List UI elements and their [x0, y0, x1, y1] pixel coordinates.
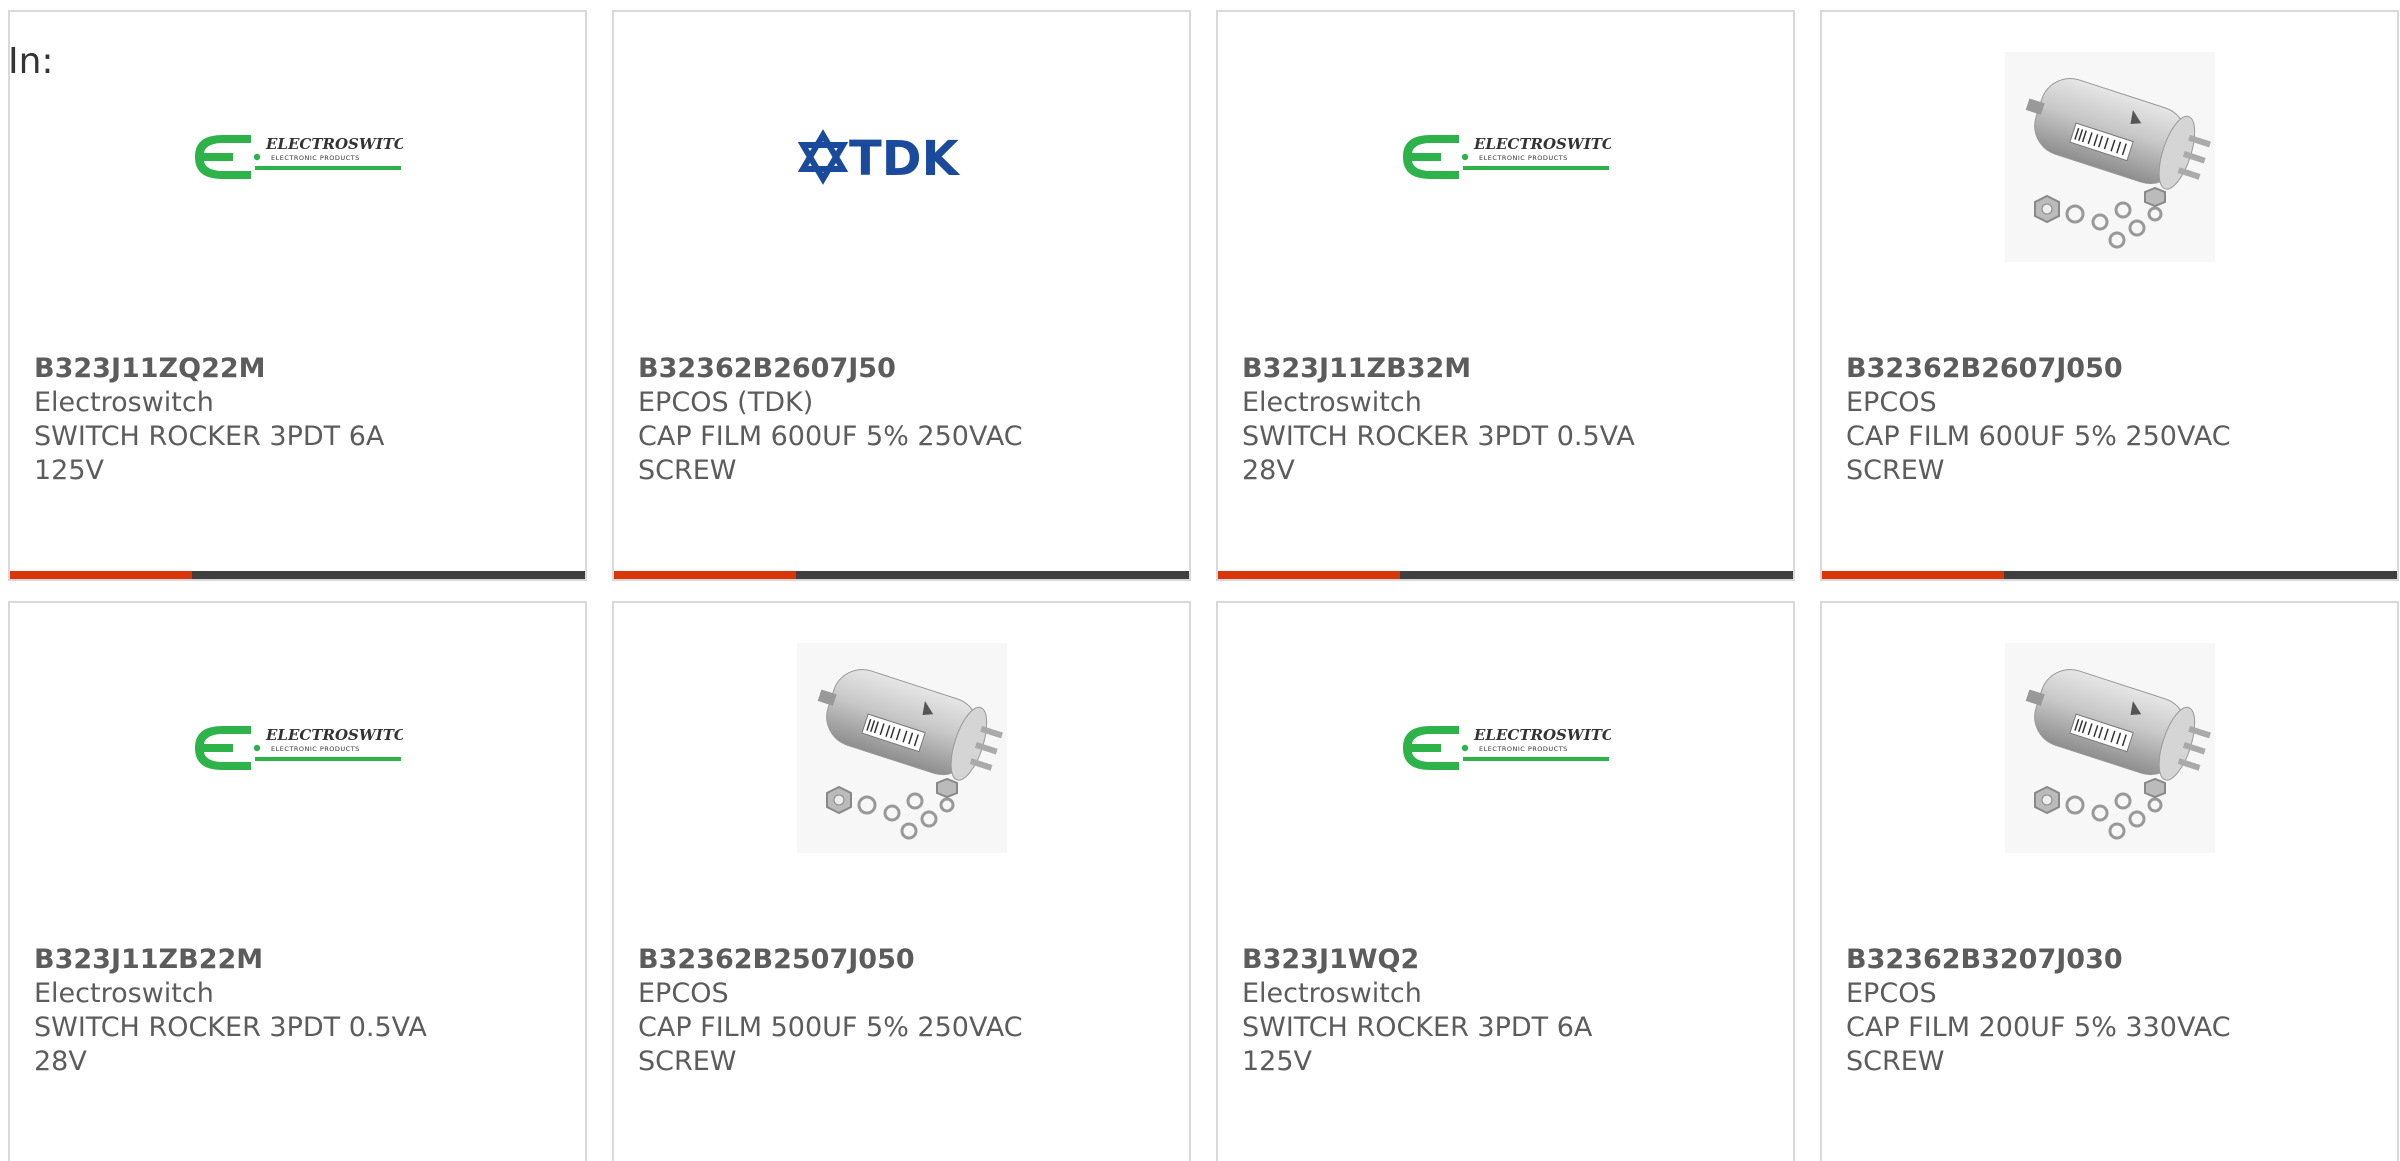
product-grid: ELECTROSWITCH ELECTRONIC PRODUCTS B323J1… [8, 10, 2400, 1161]
film-capacitor-photo [1822, 643, 2397, 853]
film-capacitor-illustration [2004, 52, 2215, 262]
electroswitch-logo: ELECTROSWITCH ELECTRONIC PRODUCTS [1218, 52, 1793, 262]
product-card[interactable]: B32362B2607J050 EPCOS CAP FILM 600UF 5% … [1820, 10, 2399, 581]
product-description: SWITCH ROCKER 3PDT 0.5VA 28V [34, 1012, 427, 1077]
electroswitch-logo-mark: ELECTROSWITCH ELECTRONIC PRODUCTS [1402, 135, 1611, 179]
film-capacitor-photo [614, 643, 1189, 853]
svg-text:ELECTROSWITCH: ELECTROSWITCH [1473, 726, 1611, 744]
manufacturer-name: EPCOS [638, 978, 729, 1009]
product-description: CAP FILM 600UF 5% 250VAC SCREW [638, 421, 1023, 486]
card-bottom-bar [10, 571, 585, 579]
product-info: B323J11ZB22M Electroswitch SWITCH ROCKER… [34, 943, 561, 1079]
part-number[interactable]: B323J1WQ2 [1242, 943, 1769, 977]
manufacturer-name: Electroswitch [1242, 978, 1422, 1009]
product-card[interactable]: ELECTROSWITCH ELECTRONIC PRODUCTS B323J1… [8, 601, 587, 1161]
product-card[interactable]: TDK B32362B2607J50 EPCOS (TDK) CAP FILM … [612, 10, 1191, 581]
card-bottom-bar [614, 571, 1189, 579]
product-info: B32362B2507J050 EPCOS CAP FILM 500UF 5% … [638, 943, 1165, 1079]
product-card[interactable]: ELECTROSWITCH ELECTRONIC PRODUCTS B323J1… [1216, 10, 1795, 581]
product-info: B323J11ZQ22M Electroswitch SWITCH ROCKER… [34, 352, 561, 488]
svg-text:ELECTROSWITCH: ELECTROSWITCH [265, 726, 403, 744]
electroswitch-logo-mark: ELECTROSWITCH ELECTRONIC PRODUCTS [194, 726, 403, 770]
electroswitch-logo: ELECTROSWITCH ELECTRONIC PRODUCTS [1218, 643, 1793, 853]
svg-text:ELECTRONIC PRODUCTS: ELECTRONIC PRODUCTS [271, 154, 360, 162]
film-capacitor-photo [1822, 52, 2397, 262]
svg-text:ELECTROSWITCH: ELECTROSWITCH [265, 135, 403, 153]
manufacturer-name: EPCOS (TDK) [638, 387, 814, 418]
filter-in-label: In: [8, 41, 54, 82]
part-number[interactable]: B323J11ZB22M [34, 943, 561, 977]
product-info: B32362B3207J030 EPCOS CAP FILM 200UF 5% … [1846, 943, 2373, 1079]
product-description: CAP FILM 600UF 5% 250VAC SCREW [1846, 421, 2231, 486]
part-number[interactable]: B323J11ZB32M [1242, 352, 1769, 386]
manufacturer-name: Electroswitch [34, 978, 214, 1009]
svg-text:ELECTROSWITCH: ELECTROSWITCH [1473, 135, 1611, 153]
film-capacitor-illustration [796, 643, 1007, 853]
product-description: CAP FILM 200UF 5% 330VAC SCREW [1846, 1012, 2231, 1077]
manufacturer-name: EPCOS [1846, 387, 1937, 418]
part-number[interactable]: B32362B2607J050 [1846, 352, 2373, 386]
manufacturer-name: EPCOS [1846, 978, 1937, 1009]
manufacturer-name: Electroswitch [34, 387, 214, 418]
card-bottom-bar [1822, 571, 2397, 579]
part-number[interactable]: B32362B3207J030 [1846, 943, 2373, 977]
product-description: SWITCH ROCKER 3PDT 0.5VA 28V [1242, 421, 1635, 486]
electroswitch-logo-mark: ELECTROSWITCH ELECTRONIC PRODUCTS [194, 135, 403, 179]
part-number[interactable]: B32362B2607J50 [638, 352, 1165, 386]
electroswitch-logo-mark: ELECTROSWITCH ELECTRONIC PRODUCTS [1402, 726, 1611, 770]
product-description: SWITCH ROCKER 3PDT 6A 125V [1242, 1012, 1593, 1077]
svg-text:TDK: TDK [849, 131, 961, 185]
tdk-logo: TDK [614, 52, 1189, 262]
product-listing-page: In: ELECTROSWITCH ELECTRONIC PRODUCTS B3… [0, 0, 2400, 1161]
product-info: B32362B2607J050 EPCOS CAP FILM 600UF 5% … [1846, 352, 2373, 488]
card-bottom-bar [1218, 571, 1793, 579]
product-info: B323J1WQ2 Electroswitch SWITCH ROCKER 3P… [1242, 943, 1769, 1079]
product-info: B323J11ZB32M Electroswitch SWITCH ROCKER… [1242, 352, 1769, 488]
product-description: SWITCH ROCKER 3PDT 6A 125V [34, 421, 385, 486]
product-card[interactable]: B32362B2507J050 EPCOS CAP FILM 500UF 5% … [612, 601, 1191, 1161]
product-card[interactable]: B32362B3207J030 EPCOS CAP FILM 200UF 5% … [1820, 601, 2399, 1161]
svg-text:ELECTRONIC PRODUCTS: ELECTRONIC PRODUCTS [1479, 154, 1568, 162]
svg-text:ELECTRONIC PRODUCTS: ELECTRONIC PRODUCTS [1479, 745, 1568, 753]
card-accent-bar [614, 571, 796, 579]
product-card[interactable]: ELECTROSWITCH ELECTRONIC PRODUCTS B323J1… [8, 10, 587, 581]
electroswitch-logo: ELECTROSWITCH ELECTRONIC PRODUCTS [10, 643, 585, 853]
product-card[interactable]: ELECTROSWITCH ELECTRONIC PRODUCTS B323J1… [1216, 601, 1795, 1161]
card-accent-bar [1218, 571, 1400, 579]
product-description: CAP FILM 500UF 5% 250VAC SCREW [638, 1012, 1023, 1077]
electroswitch-logo: ELECTROSWITCH ELECTRONIC PRODUCTS [10, 52, 585, 262]
manufacturer-name: Electroswitch [1242, 387, 1422, 418]
product-info: B32362B2607J50 EPCOS (TDK) CAP FILM 600U… [638, 352, 1165, 488]
tdk-logo-mark: TDK [797, 129, 961, 185]
film-capacitor-illustration [2004, 643, 2215, 853]
part-number[interactable]: B32362B2507J050 [638, 943, 1165, 977]
card-accent-bar [10, 571, 192, 579]
part-number[interactable]: B323J11ZQ22M [34, 352, 561, 386]
svg-text:ELECTRONIC PRODUCTS: ELECTRONIC PRODUCTS [271, 745, 360, 753]
card-accent-bar [1822, 571, 2004, 579]
